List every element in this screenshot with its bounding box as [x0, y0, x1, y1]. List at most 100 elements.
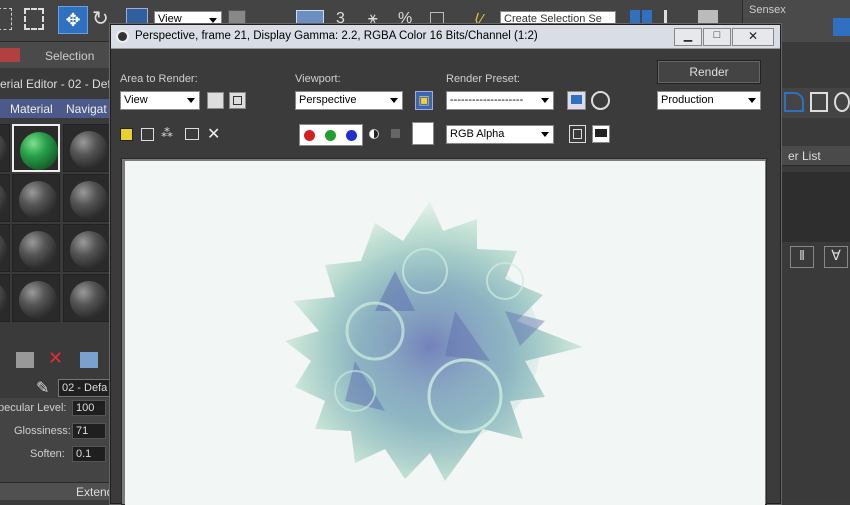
glossiness-value: 71 [76, 425, 89, 437]
material-name-value: 02 - Defa [62, 382, 108, 394]
material-slot[interactable] [0, 174, 10, 222]
background-color-swatch[interactable] [412, 122, 434, 145]
specular-level-spinner[interactable]: 100 [72, 400, 106, 416]
clone-window-icon[interactable]: ⁂ [161, 126, 173, 140]
material-slot-active[interactable] [12, 124, 60, 172]
material-editor-menubar: Material Navigat [0, 99, 112, 118]
display-channel-value: RGB Alpha [450, 128, 505, 140]
material-sphere [70, 281, 108, 319]
material-slot[interactable] [63, 224, 111, 272]
chevron-down-icon [541, 98, 549, 103]
app-icon [116, 30, 129, 43]
soften-value: 0.1 [76, 448, 92, 460]
blue-channel-button[interactable] [346, 130, 357, 141]
move-icon[interactable]: ✥ [58, 6, 88, 34]
material-sphere [19, 181, 57, 219]
material-sphere [0, 231, 7, 269]
extended-parameters-rollout[interactable]: Extend [0, 482, 114, 500]
material-sphere [0, 181, 7, 219]
chevron-down-icon [209, 18, 217, 23]
assign-material-icon[interactable] [16, 352, 34, 368]
show-end-result-icon[interactable]: ∀ [824, 246, 848, 268]
material-sphere [19, 281, 57, 319]
close-icon: ✕ [747, 29, 759, 43]
material-slot[interactable] [63, 124, 111, 172]
put-to-library-icon[interactable] [80, 352, 98, 368]
material-slot[interactable] [12, 174, 60, 222]
pin-stack-icon[interactable]: ‖ [790, 246, 814, 268]
viewport-value: Perspective [299, 94, 357, 106]
edit-region-icon[interactable] [207, 92, 224, 109]
window-crossing-icon[interactable] [24, 8, 44, 30]
green-channel-button[interactable] [325, 130, 336, 141]
material-slot[interactable] [0, 124, 10, 172]
channel-buttons [299, 124, 363, 146]
rendered-image [125, 161, 765, 505]
area-to-render-label: Area to Render: [120, 73, 198, 85]
command-panel-icons [778, 88, 850, 118]
red-channel-button[interactable] [304, 130, 315, 141]
motion-icon[interactable] [834, 92, 850, 112]
area-to-render-value: View [124, 94, 148, 106]
render-preset-dropdown[interactable]: -------------------- [446, 91, 554, 110]
material-slot[interactable] [0, 224, 10, 272]
left-panel: Selection erial Editor - 02 - Def Materi… [0, 42, 114, 500]
environment-effects-icon[interactable] [591, 91, 610, 110]
material-sphere [0, 131, 7, 169]
soften-spinner[interactable]: 0.1 [72, 446, 106, 462]
auto-region-icon[interactable] [229, 92, 246, 109]
eyedropper-icon[interactable]: ✎ [36, 378, 49, 398]
display-channel-dropdown[interactable]: RGB Alpha [446, 125, 554, 144]
render-button-label: Render [689, 65, 729, 79]
production-dropdown[interactable]: Production [657, 91, 761, 110]
glossiness-spinner[interactable]: 71 [72, 423, 106, 439]
delete-icon[interactable]: ✕ [48, 348, 63, 369]
save-image-icon[interactable] [120, 128, 133, 141]
material-slot[interactable] [0, 274, 10, 322]
tab-selection[interactable]: Selection [45, 49, 94, 63]
material-slot[interactable] [12, 274, 60, 322]
print-image-icon[interactable] [185, 128, 199, 140]
hierarchy-icon[interactable] [810, 92, 828, 112]
specular-level-label: pecular Level: [0, 402, 67, 414]
material-slot[interactable] [12, 224, 60, 272]
toggle-ui-icon[interactable] [592, 125, 610, 143]
render-window-titlebar[interactable]: Perspective, frame 21, Display Gamma: 2.… [111, 25, 780, 49]
material-sphere-green [20, 132, 58, 170]
sensex-icon[interactable] [833, 18, 850, 36]
menu-material[interactable]: Material [10, 102, 53, 116]
extended-parameters-label: Extend [76, 485, 114, 499]
render-window-title: Perspective, frame 21, Display Gamma: 2.… [135, 30, 538, 42]
render-frame-window: Perspective, frame 21, Display Gamma: 2.… [110, 24, 781, 505]
clear-icon[interactable]: ✕ [207, 124, 220, 144]
sensex-label: Sensex [749, 4, 786, 16]
rendered-spiky-ball-image [285, 201, 583, 481]
select-region-icon[interactable] [0, 8, 12, 30]
maximize-button[interactable]: □ [703, 28, 731, 46]
alpha-channel-icon[interactable] [369, 129, 379, 139]
viewport-dropdown[interactable]: Perspective [295, 91, 403, 110]
material-sphere [19, 231, 57, 269]
modify-icon[interactable] [784, 92, 804, 112]
lock-viewport-icon[interactable]: ▣ [415, 91, 433, 110]
material-slot[interactable] [63, 174, 111, 222]
production-value: Production [661, 94, 714, 106]
monochrome-icon[interactable] [391, 129, 400, 138]
minimize-button[interactable]: ▁ [674, 28, 702, 46]
area-to-render-dropdown[interactable]: View [120, 91, 200, 110]
chevron-down-icon [390, 98, 398, 103]
modifier-list-dropdown[interactable]: er List [778, 146, 850, 166]
render-button[interactable]: Render [657, 60, 761, 84]
menu-navigation[interactable]: Navigat [66, 102, 107, 116]
copy-image-icon[interactable] [141, 128, 154, 141]
material-slot[interactable] [63, 274, 111, 322]
tab-active-indicator[interactable] [0, 48, 20, 62]
material-editor-title: erial Editor - 02 - Def [0, 77, 111, 91]
render-setup-icon[interactable] [567, 91, 586, 110]
render-preset-value: -------------------- [450, 94, 524, 106]
material-name-field[interactable]: 02 - Defa [58, 379, 112, 397]
toggle-ui-overlay-icon[interactable] [569, 125, 586, 143]
close-button[interactable]: ✕ [732, 28, 774, 46]
material-sphere [70, 181, 108, 219]
chevron-down-icon [541, 132, 549, 137]
